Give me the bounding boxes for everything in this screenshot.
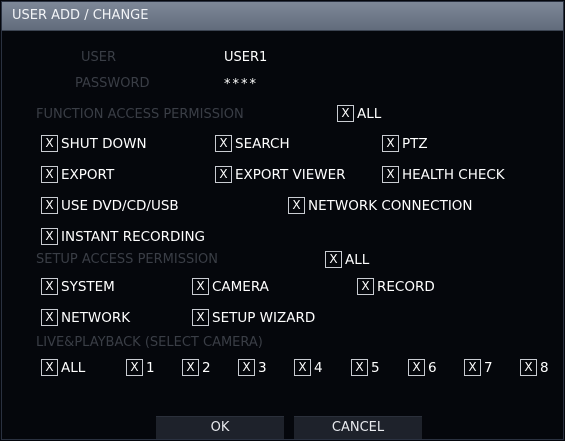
check-x-icon: X [41,135,58,152]
camera-1-checkbox[interactable]: X 1 [126,359,155,376]
instant-recording-label: INSTANT RECORDING [61,228,205,245]
camera-6-label: 6 [428,359,437,376]
check-x-icon: X [382,166,399,183]
check-x-icon: X [337,105,354,122]
export-checkbox[interactable]: X EXPORT [41,166,114,183]
camera-2-checkbox[interactable]: X 2 [182,359,211,376]
check-x-icon: X [182,359,199,376]
check-x-icon: X [408,359,425,376]
network-label: NETWORK [61,309,131,326]
use-dvd-cd-usb-label: USE DVD/CD/USB [61,197,179,214]
camera-3-checkbox[interactable]: X 3 [238,359,267,376]
camera-checkbox[interactable]: X CAMERA [192,278,269,295]
camera-5-label: 5 [371,359,380,376]
setup-wizard-checkbox[interactable]: X SETUP WIZARD [192,309,315,326]
camera-1-label: 1 [146,359,155,376]
camera-8-label: 8 [540,359,549,376]
check-x-icon: X [41,359,58,376]
ptz-checkbox[interactable]: X PTZ [382,135,428,152]
instant-recording-checkbox[interactable]: X INSTANT RECORDING [41,228,205,245]
export-label: EXPORT [61,166,115,183]
check-x-icon: X [126,359,143,376]
ok-button[interactable]: OK [156,416,284,439]
camera-2-label: 2 [202,359,211,376]
check-x-icon: X [351,359,368,376]
check-x-icon: X [41,228,58,245]
check-x-icon: X [192,278,209,295]
record-label: RECORD [377,278,435,295]
check-x-icon: X [215,166,232,183]
camera-3-label: 3 [258,359,267,376]
password-value[interactable]: **** [224,77,258,92]
check-x-icon: X [41,278,58,295]
check-x-icon: X [464,359,481,376]
dialog-title: USER ADD / CHANGE [12,8,149,23]
camera-7-label: 7 [484,359,493,376]
check-x-icon: X [238,359,255,376]
use-dvd-cd-usb-checkbox[interactable]: X USE DVD/CD/USB [41,197,179,214]
shut-down-checkbox[interactable]: X SHUT DOWN [41,135,147,152]
check-x-icon: X [520,359,537,376]
user-label: USER [81,50,117,65]
camera-4-label: 4 [314,359,323,376]
system-label: SYSTEM [61,278,115,295]
camera-all-label: ALL [61,359,86,376]
user-value[interactable]: USER1 [224,50,267,65]
camera-all-checkbox[interactable]: X ALL [41,359,85,376]
check-x-icon: X [294,359,311,376]
check-x-icon: X [325,251,342,268]
function-all-label: ALL [357,105,382,122]
export-viewer-label: EXPORT VIEWER [235,166,346,183]
setup-all-checkbox[interactable]: X ALL [325,251,369,268]
camera-4-checkbox[interactable]: X 4 [294,359,323,376]
network-connection-label: NETWORK CONNECTION [308,197,473,214]
search-checkbox[interactable]: X SEARCH [215,135,290,152]
search-label: SEARCH [235,135,290,152]
cancel-button[interactable]: CANCEL [294,416,422,439]
camera-6-checkbox[interactable]: X 6 [408,359,437,376]
check-x-icon: X [41,309,58,326]
record-checkbox[interactable]: X RECORD [357,278,435,295]
check-x-icon: X [41,197,58,214]
setup-access-heading: SETUP ACCESS PERMISSION [36,252,218,267]
setup-wizard-label: SETUP WIZARD [212,309,316,326]
network-checkbox[interactable]: X NETWORK [41,309,130,326]
shut-down-label: SHUT DOWN [61,135,147,152]
title-bar: USER ADD / CHANGE [2,2,563,31]
function-all-checkbox[interactable]: X ALL [337,105,381,122]
check-x-icon: X [41,166,58,183]
check-x-icon: X [357,278,374,295]
function-access-heading: FUNCTION ACCESS PERMISSION [36,107,244,122]
network-connection-checkbox[interactable]: X NETWORK CONNECTION [288,197,473,214]
setup-all-label: ALL [345,251,370,268]
camera-7-checkbox[interactable]: X 7 [464,359,493,376]
camera-5-checkbox[interactable]: X 5 [351,359,380,376]
camera-label: CAMERA [212,278,269,295]
password-label: PASSWORD [75,76,150,91]
check-x-icon: X [215,135,232,152]
health-check-label: HEALTH CHECK [402,166,505,183]
live-playback-heading: LIVE&PLAYBACK (SELECT CAMERA) [36,335,263,350]
export-viewer-checkbox[interactable]: X EXPORT VIEWER [215,166,346,183]
check-x-icon: X [288,197,305,214]
camera-8-checkbox[interactable]: X 8 [520,359,549,376]
health-check-checkbox[interactable]: X HEALTH CHECK [382,166,505,183]
ptz-label: PTZ [402,135,428,152]
system-checkbox[interactable]: X SYSTEM [41,278,115,295]
check-x-icon: X [382,135,399,152]
check-x-icon: X [192,309,209,326]
